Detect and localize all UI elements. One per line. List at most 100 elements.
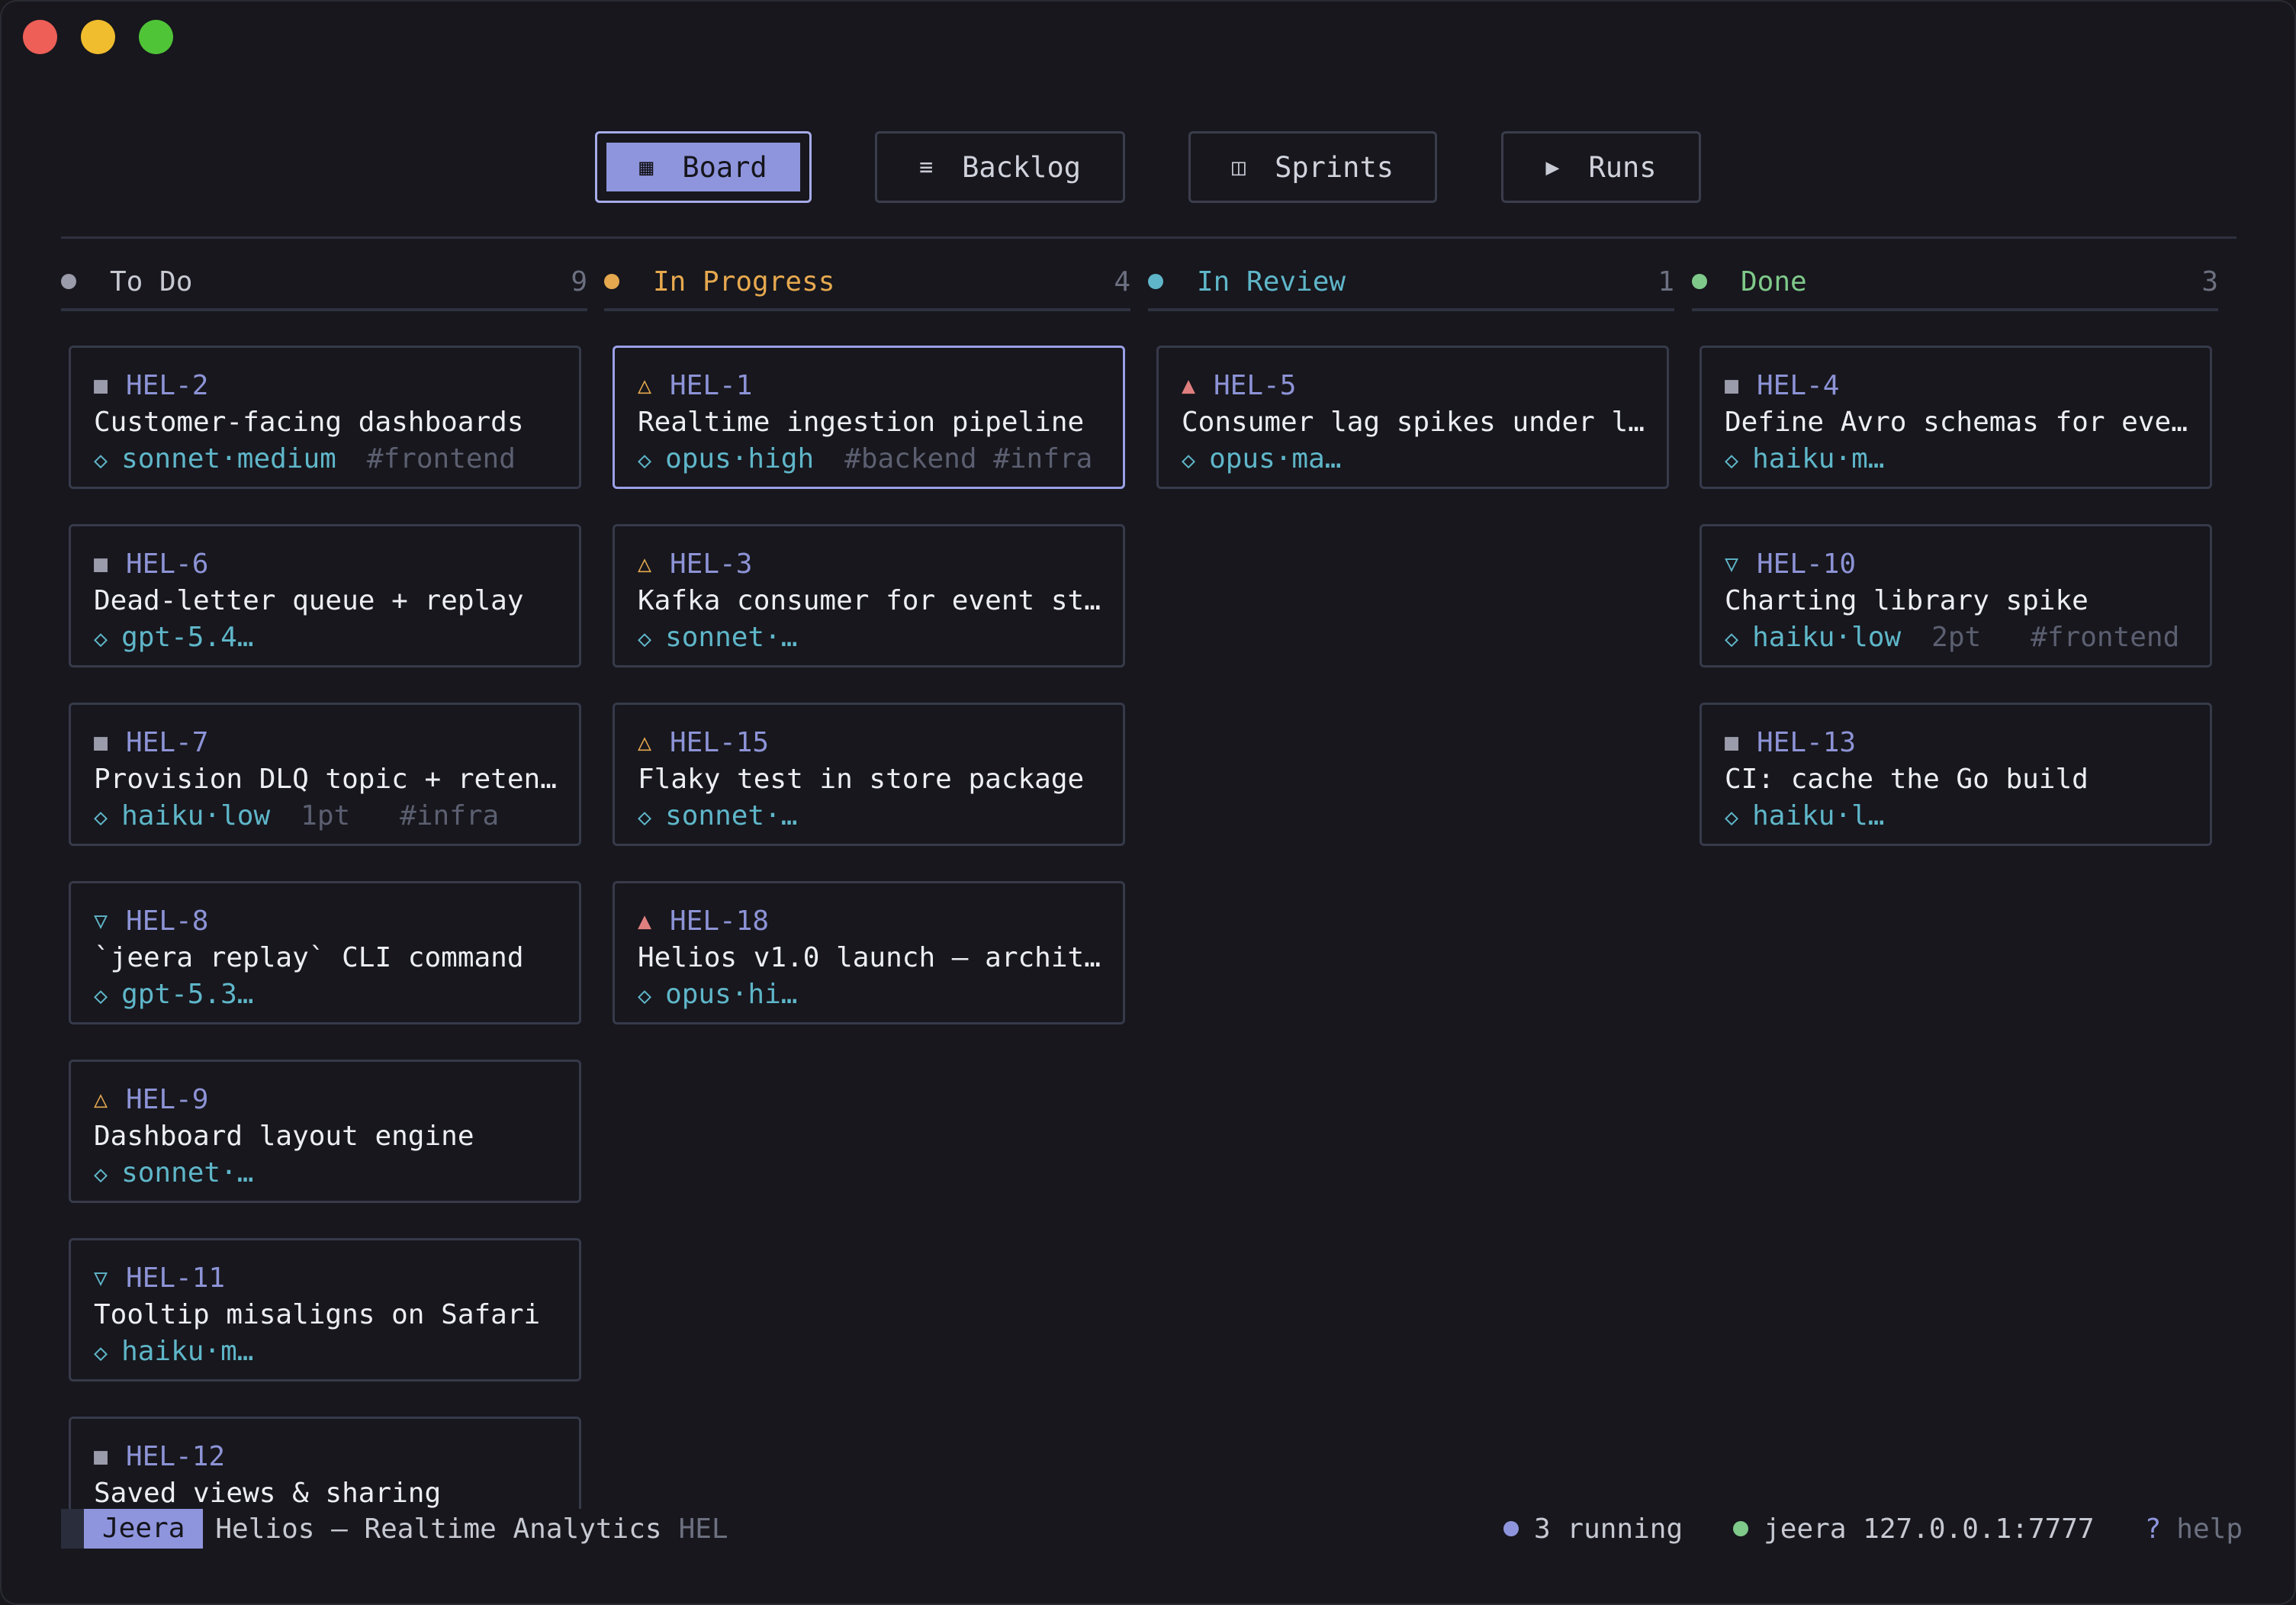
issue-card[interactable]: ▲ HEL-18 Helios v1.0 launch — archit… ◇ opus… — [613, 881, 1125, 1024]
column-underline — [1692, 308, 2218, 311]
issue-header: ■ HEL-4 — [1725, 368, 2210, 404]
issue-header: ▽ HEL-10 — [1725, 546, 2210, 583]
issue-meta: ◇ opus·hi… — [638, 976, 1123, 1015]
server-address: jeera 127.0.0.1:7777 — [1764, 1513, 2095, 1545]
tab-label: Board — [682, 150, 767, 184]
issue-header: ■ HEL-2 — [94, 368, 579, 404]
column-header-done: Done 3 — [1692, 252, 2218, 311]
issue-meta: ◇ opus·ma… — [1182, 441, 1667, 479]
issue-key: HEL-7 — [126, 727, 209, 758]
priority-icon: △ — [638, 551, 652, 577]
status-dot-icon — [604, 274, 619, 289]
issue-key: HEL-15 — [670, 727, 770, 758]
issue-key: HEL-3 — [670, 548, 753, 580]
issue-title: `jeera replay` CLI command — [94, 942, 524, 973]
column-count: 4 — [1114, 265, 1130, 298]
issue-header: △ HEL-1 — [638, 368, 1123, 404]
tab-runs[interactable]: ▶ Runs — [1501, 131, 1701, 203]
issue-header: ▲ HEL-18 — [638, 903, 1123, 940]
running-indicator[interactable]: 3 running — [1503, 1513, 1683, 1545]
priority-icon: ▽ — [1725, 551, 1739, 577]
model-label: opus·high — [665, 443, 815, 474]
priority-icon: ▽ — [94, 1265, 108, 1291]
issue-card[interactable]: △ HEL-3 Kafka consumer for event st… ◇ sonne… — [613, 524, 1125, 667]
issue-card[interactable]: ▽ HEL-8 `jeera replay` CLI command ◇ gpt-5.3… — [69, 881, 581, 1024]
issue-key: HEL-9 — [126, 1084, 209, 1115]
issue-header: ▽ HEL-8 — [94, 903, 579, 940]
issue-card[interactable]: ▲ HEL-5 Consumer lag spikes under l… ◇ opus·… — [1156, 346, 1669, 489]
issue-card[interactable]: △ HEL-1 Realtime ingestion pipeline ◇ opus·h… — [613, 346, 1125, 489]
issue-title: Saved views & sharing — [94, 1478, 442, 1509]
priority-icon: ▽ — [94, 908, 108, 934]
tab-backlog[interactable]: ≡ Backlog — [875, 131, 1125, 203]
column-header-to-do: To Do 9 — [61, 252, 587, 311]
tab-board[interactable]: ▦ Board — [595, 131, 812, 203]
column-header-in-progress: In Progress 4 — [604, 252, 1130, 311]
issue-meta: ◇ opus·high #backend #infra — [638, 441, 1123, 479]
issue-card[interactable]: ▽ HEL-10 Charting library spike ◇ haiku·low 2… — [1699, 524, 2212, 667]
column-underline — [604, 308, 1130, 311]
issue-header: ■ HEL-7 — [94, 725, 579, 761]
diamond-icon: ◇ — [94, 1161, 108, 1188]
issue-key: HEL-4 — [1757, 370, 1840, 401]
priority-icon: ▲ — [638, 908, 652, 934]
sprints-icon: ◫ — [1232, 153, 1246, 181]
issue-card[interactable]: ■ HEL-13 CI: cache the Go build ◇ haiku·l… — [1699, 703, 2212, 846]
issue-meta: ◇ haiku·low 1pt #infra — [94, 798, 579, 836]
help-hint[interactable]: ? help — [2145, 1513, 2243, 1545]
model-label: haiku·m… — [121, 1336, 254, 1367]
issue-header: ▽ HEL-11 — [94, 1260, 579, 1297]
priority-icon: ■ — [94, 729, 108, 756]
diamond-icon: ◇ — [1725, 447, 1739, 474]
close-window-button[interactable] — [23, 20, 57, 54]
issue-card[interactable]: ■ HEL-2 Customer-facing dashboards ◇ sonnet·… — [69, 346, 581, 489]
model-label: haiku·low — [1752, 622, 1902, 653]
issue-header: △ HEL-3 — [638, 546, 1123, 583]
priority-icon: ■ — [1725, 729, 1739, 756]
minimize-window-button[interactable] — [81, 20, 115, 54]
diamond-icon: ◇ — [1725, 804, 1739, 831]
tab-sprints[interactable]: ◫ Sprints — [1188, 131, 1437, 203]
issue-title: Dead-letter queue + replay — [94, 585, 524, 616]
issue-card[interactable]: ▽ HEL-11 Tooltip misaligns on Safari ◇ haiku… — [69, 1238, 581, 1381]
issue-title: Flaky test in store package — [638, 764, 1085, 795]
model-label: sonnet·… — [665, 800, 798, 831]
priority-icon: △ — [638, 372, 652, 399]
divider — [61, 236, 2237, 239]
issue-key: HEL-18 — [670, 905, 770, 937]
list-icon: ≡ — [919, 153, 934, 181]
zoom-window-button[interactable] — [139, 20, 173, 54]
column-count: 1 — [1658, 265, 1674, 298]
issue-card[interactable]: △ HEL-9 Dashboard layout engine ◇ sonnet·… — [69, 1060, 581, 1203]
issue-meta: ◇ sonnet·… — [638, 619, 1123, 658]
project-key: HEL — [678, 1513, 728, 1545]
issue-card[interactable]: △ HEL-15 Flaky test in store package ◇ sonne… — [613, 703, 1125, 846]
priority-icon: ■ — [94, 1443, 108, 1470]
app-window: ▦ Board ≡ Backlog ◫ Sprints ▶ Runs To Do… — [0, 0, 2296, 1605]
model-label: haiku·l… — [1752, 800, 1885, 831]
priority-icon: ■ — [1725, 372, 1739, 399]
diamond-icon: ◇ — [638, 626, 652, 652]
issue-key: HEL-13 — [1757, 727, 1857, 758]
diamond-icon: ◇ — [94, 1340, 108, 1366]
issue-key: HEL-11 — [126, 1262, 226, 1294]
issue-tags: #backend #infra — [844, 443, 1093, 474]
issue-key: HEL-1 — [670, 370, 753, 401]
help-label: help — [2176, 1513, 2243, 1545]
status-dot-icon — [1733, 1521, 1749, 1536]
issue-card[interactable]: ■ HEL-6 Dead-letter queue + replay ◇ gpt-5.4… — [69, 524, 581, 667]
project-name: Helios — Realtime Analytics — [215, 1513, 662, 1545]
issue-card[interactable]: ■ HEL-7 Provision DLQ topic + reten… ◇ haiku… — [69, 703, 581, 846]
model-label: haiku·m… — [1752, 443, 1885, 474]
model-label: gpt-5.3… — [121, 979, 254, 1010]
issue-meta: ◇ sonnet·… — [94, 1155, 579, 1193]
issue-title: Tooltip misaligns on Safari — [94, 1299, 541, 1330]
issue-card[interactable]: ■ HEL-12 Saved views & sharing — [69, 1417, 581, 1513]
issue-card[interactable]: ■ HEL-4 Define Avro schemas for eve… ◇ haiku… — [1699, 346, 2212, 489]
server-indicator: jeera 127.0.0.1:7777 — [1733, 1513, 2095, 1545]
tab-label: Backlog — [962, 150, 1081, 184]
diamond-icon: ◇ — [94, 983, 108, 1009]
column-title: In Progress — [653, 265, 835, 298]
diamond-icon: ◇ — [94, 804, 108, 831]
help-key: ? — [2144, 1513, 2162, 1545]
